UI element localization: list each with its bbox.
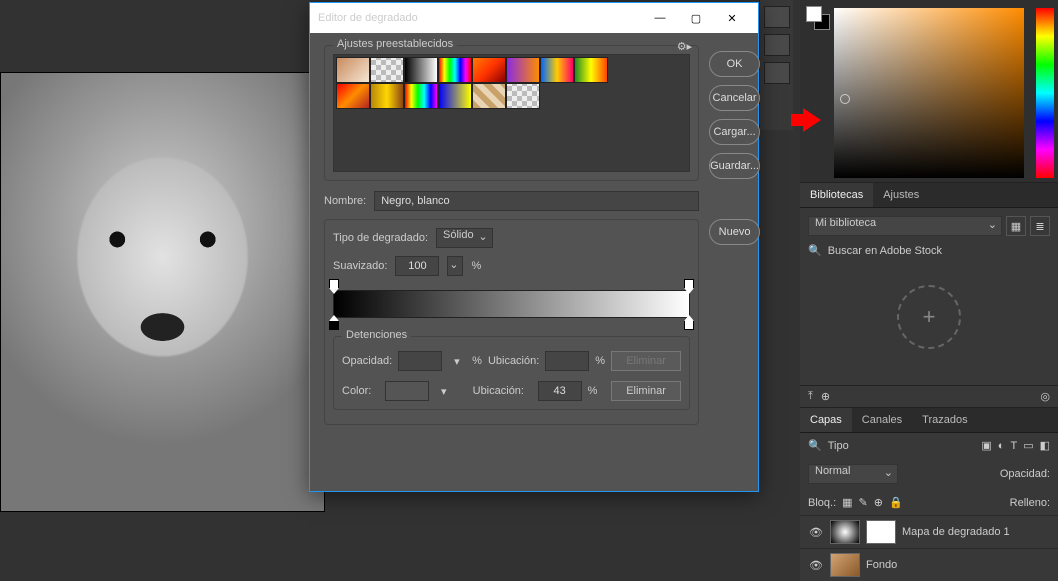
mask-thumbnail[interactable] bbox=[866, 520, 896, 544]
blend-mode-select[interactable]: Normal bbox=[808, 464, 898, 484]
preset-swatch[interactable] bbox=[472, 83, 506, 109]
list-view-button[interactable]: ≣ bbox=[1030, 216, 1050, 236]
preset-swatch[interactable] bbox=[438, 83, 472, 109]
stock-search[interactable]: 🔍Buscar en Adobe Stock bbox=[808, 244, 1050, 257]
library-select[interactable]: Mi biblioteca bbox=[808, 216, 1002, 236]
ok-button[interactable]: OK bbox=[709, 51, 760, 77]
maximize-button[interactable]: ▢ bbox=[678, 3, 714, 33]
opacity-location-input bbox=[545, 351, 589, 371]
presets-grid bbox=[333, 54, 690, 172]
annotation-arrow bbox=[803, 108, 821, 132]
preset-swatch[interactable] bbox=[370, 83, 404, 109]
tab-trazados[interactable]: Trazados bbox=[912, 408, 977, 432]
collapsed-panel-dock bbox=[759, 0, 793, 130]
color-stop[interactable] bbox=[329, 320, 339, 330]
cancel-button[interactable]: Cancelar bbox=[709, 85, 760, 111]
visibility-toggle[interactable]: 👁 bbox=[808, 526, 824, 539]
gradient-ramp[interactable] bbox=[333, 290, 690, 318]
preset-swatch[interactable] bbox=[370, 57, 404, 83]
name-label: Nombre: bbox=[324, 195, 366, 207]
color-label: Color: bbox=[342, 385, 379, 397]
percent-label: % bbox=[471, 260, 481, 272]
smoothness-input[interactable] bbox=[395, 256, 439, 276]
layer-name[interactable]: Fondo bbox=[866, 559, 897, 571]
saturation-field[interactable] bbox=[834, 8, 1024, 178]
preset-swatch[interactable] bbox=[438, 57, 472, 83]
preset-swatch[interactable] bbox=[506, 83, 540, 109]
type-label: Tipo de degradado: bbox=[333, 232, 428, 244]
presets-label: Ajustes preestablecidos bbox=[333, 38, 457, 50]
tab-ajustes[interactable]: Ajustes bbox=[873, 183, 929, 207]
layer-row[interactable]: 👁 Mapa de degradado 1 bbox=[800, 515, 1058, 548]
preset-swatch[interactable] bbox=[540, 57, 574, 83]
foreground-background-swatch[interactable] bbox=[806, 6, 830, 30]
layer-row[interactable]: 👁 Fondo bbox=[800, 548, 1058, 581]
new-button[interactable]: Nuevo bbox=[709, 219, 760, 245]
cc-icon[interactable]: ◎ bbox=[1040, 390, 1050, 403]
add-to-library-button[interactable]: + bbox=[897, 285, 961, 349]
location-label: Ubicación: bbox=[473, 385, 532, 397]
smoothness-label: Suavizado: bbox=[333, 260, 387, 272]
hue-slider[interactable] bbox=[1036, 8, 1054, 178]
preset-swatch[interactable] bbox=[336, 83, 370, 109]
load-button[interactable]: Cargar... bbox=[709, 119, 760, 145]
dialog-titlebar[interactable]: Editor de degradado — ▢ ✕ bbox=[310, 3, 758, 33]
delete-opacity-stop-button: Eliminar bbox=[611, 351, 681, 371]
add-icon[interactable]: ⊕ bbox=[821, 390, 830, 403]
preset-swatch[interactable] bbox=[574, 57, 608, 83]
opacity-input bbox=[398, 351, 442, 371]
opacity-stop[interactable] bbox=[684, 279, 694, 289]
preset-swatch[interactable] bbox=[472, 57, 506, 83]
panel-icon[interactable] bbox=[764, 6, 790, 28]
gradient-name-input[interactable] bbox=[374, 191, 699, 211]
opacity-label: Opacidad: bbox=[342, 355, 392, 367]
stop-color-swatch[interactable] bbox=[385, 381, 429, 401]
minimize-button[interactable]: — bbox=[642, 3, 678, 33]
opacity-stop[interactable] bbox=[329, 279, 339, 289]
preset-swatch[interactable] bbox=[404, 57, 438, 83]
search-icon: 🔍 bbox=[808, 244, 822, 257]
panel-icon[interactable] bbox=[764, 62, 790, 84]
color-handle[interactable] bbox=[840, 94, 850, 104]
layer-name[interactable]: Mapa de degradado 1 bbox=[902, 526, 1010, 538]
tab-bibliotecas[interactable]: Bibliotecas bbox=[800, 183, 873, 207]
grid-view-button[interactable]: ▦ bbox=[1006, 216, 1026, 236]
document-canvas[interactable] bbox=[0, 72, 325, 512]
tab-canales[interactable]: Canales bbox=[852, 408, 912, 432]
preset-swatch[interactable] bbox=[336, 57, 370, 83]
stops-label: Detenciones bbox=[342, 329, 411, 341]
layer-thumbnail[interactable] bbox=[830, 553, 860, 577]
color-panel bbox=[800, 0, 1058, 182]
delete-color-stop-button[interactable]: Eliminar bbox=[611, 381, 681, 401]
gradient-type-select[interactable]: Sólido bbox=[436, 228, 493, 248]
preset-swatch[interactable] bbox=[404, 83, 438, 109]
visibility-toggle[interactable]: 👁 bbox=[808, 559, 824, 572]
panel-icon[interactable] bbox=[764, 34, 790, 56]
upload-icon[interactable]: ⤒ bbox=[808, 390, 813, 403]
save-button[interactable]: Guardar... bbox=[709, 153, 760, 179]
dialog-title: Editor de degradado bbox=[318, 12, 418, 24]
color-stop[interactable] bbox=[684, 320, 694, 330]
layer-thumbnail[interactable] bbox=[830, 520, 860, 544]
preset-swatch[interactable] bbox=[506, 57, 540, 83]
close-button[interactable]: ✕ bbox=[714, 3, 750, 33]
right-panels: Bibliotecas Ajustes Mi biblioteca ▦ ≣ 🔍B… bbox=[800, 0, 1058, 581]
location-label: Ubicación: bbox=[488, 355, 539, 367]
gear-icon[interactable]: ⚙▸ bbox=[677, 40, 692, 53]
color-location-input[interactable] bbox=[538, 381, 582, 401]
smoothness-dropdown[interactable] bbox=[447, 256, 463, 276]
gradient-editor-dialog: Editor de degradado — ▢ ✕ Ajustes preest… bbox=[309, 2, 759, 492]
tab-capas[interactable]: Capas bbox=[800, 408, 852, 432]
